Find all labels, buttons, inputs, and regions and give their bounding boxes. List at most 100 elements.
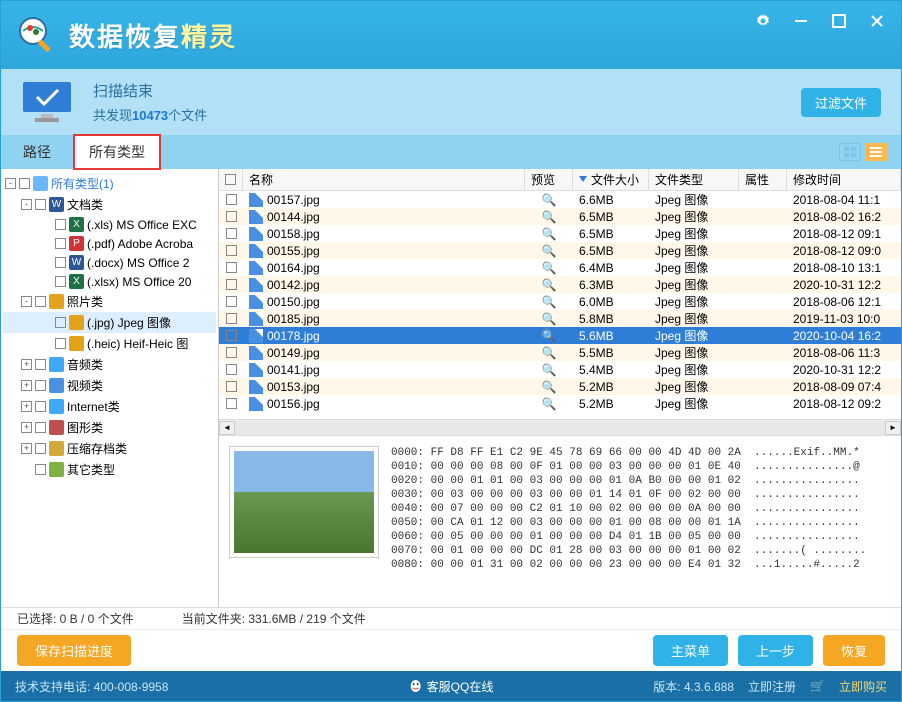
file-list[interactable]: 00157.jpg🔍6.6MBJpeg 图像2018-08-04 11:1001…: [219, 191, 901, 419]
tree-node-root[interactable]: -所有类型(1): [3, 173, 216, 194]
file-row[interactable]: 00149.jpg🔍5.5MBJpeg 图像2018-08-06 11:3: [219, 344, 901, 361]
tree-checkbox[interactable]: [35, 443, 46, 454]
expander-icon[interactable]: -: [21, 199, 32, 210]
tree-checkbox[interactable]: [35, 359, 46, 370]
magnifier-icon[interactable]: 🔍: [542, 380, 557, 394]
magnifier-icon[interactable]: 🔍: [542, 329, 557, 343]
column-name[interactable]: 名称: [243, 169, 525, 190]
tree-node-video[interactable]: +视频类: [3, 375, 216, 396]
file-checkbox[interactable]: [226, 398, 237, 409]
tree-node-xlsx[interactable]: X(.xlsx) MS Office 20: [3, 272, 216, 291]
tree-checkbox[interactable]: [55, 317, 66, 328]
tree-node-graphics[interactable]: +图形类: [3, 417, 216, 438]
file-checkbox[interactable]: [226, 330, 237, 341]
magnifier-icon[interactable]: 🔍: [542, 312, 557, 326]
save-progress-button[interactable]: 保存扫描进度: [17, 635, 131, 666]
tree-node-jpg[interactable]: (.jpg) Jpeg 图像: [3, 312, 216, 333]
recover-button[interactable]: 恢复: [823, 635, 885, 666]
file-checkbox[interactable]: [226, 347, 237, 358]
tree-checkbox[interactable]: [35, 422, 46, 433]
tree-node-pdf[interactable]: P(.pdf) Adobe Acroba: [3, 234, 216, 253]
magnifier-icon[interactable]: 🔍: [542, 261, 557, 275]
tree-checkbox[interactable]: [19, 178, 30, 189]
category-tree[interactable]: -所有类型(1)-W文档类X(.xls) MS Office EXCP(.pdf…: [1, 169, 219, 607]
magnifier-icon[interactable]: 🔍: [542, 227, 557, 241]
tree-checkbox[interactable]: [35, 296, 46, 307]
column-date[interactable]: 修改时间: [787, 169, 901, 190]
magnifier-icon[interactable]: 🔍: [542, 244, 557, 258]
file-row[interactable]: 00142.jpg🔍6.3MBJpeg 图像2020-10-31 12:2: [219, 276, 901, 293]
magnifier-icon[interactable]: 🔍: [542, 210, 557, 224]
settings-icon[interactable]: [753, 11, 773, 31]
file-row[interactable]: 00178.jpg🔍5.6MBJpeg 图像2020-10-04 16:2: [219, 327, 901, 344]
tree-node-archive[interactable]: +压缩存档类: [3, 438, 216, 459]
file-checkbox[interactable]: [226, 381, 237, 392]
magnifier-icon[interactable]: 🔍: [542, 397, 557, 411]
column-attr[interactable]: 属性: [739, 169, 787, 190]
tree-node-heic[interactable]: (.heic) Heif-Heic 图: [3, 333, 216, 354]
magnifier-icon[interactable]: 🔍: [542, 363, 557, 377]
magnifier-icon[interactable]: 🔍: [542, 295, 557, 309]
file-checkbox[interactable]: [226, 296, 237, 307]
minimize-icon[interactable]: [791, 11, 811, 31]
file-checkbox[interactable]: [226, 228, 237, 239]
expander-icon[interactable]: +: [21, 359, 32, 370]
qq-support-link[interactable]: 客服QQ在线: [409, 678, 494, 695]
register-link[interactable]: 立即注册: [748, 678, 796, 695]
maximize-icon[interactable]: [829, 11, 849, 31]
column-type[interactable]: 文件类型: [649, 169, 739, 190]
horizontal-scrollbar[interactable]: ◄►: [219, 419, 901, 435]
tree-checkbox[interactable]: [35, 401, 46, 412]
file-row[interactable]: 00185.jpg🔍5.8MBJpeg 图像2019-11-03 10:0: [219, 310, 901, 327]
file-row[interactable]: 00155.jpg🔍6.5MBJpeg 图像2018-08-12 09:0: [219, 242, 901, 259]
buy-link[interactable]: 立即购买: [839, 678, 887, 695]
file-row[interactable]: 00150.jpg🔍6.0MBJpeg 图像2018-08-06 12:1: [219, 293, 901, 310]
tree-checkbox[interactable]: [55, 257, 66, 268]
column-preview[interactable]: 预览: [525, 169, 573, 190]
list-view-icon[interactable]: [865, 143, 887, 161]
tree-node-docs[interactable]: -W文档类: [3, 194, 216, 215]
tree-checkbox[interactable]: [35, 199, 46, 210]
file-checkbox[interactable]: [226, 245, 237, 256]
tab-all-types[interactable]: 所有类型: [73, 134, 161, 170]
magnifier-icon[interactable]: 🔍: [542, 193, 557, 207]
tree-node-internet[interactable]: +Internet类: [3, 396, 216, 417]
column-size[interactable]: 文件大小: [573, 169, 649, 190]
tree-node-docx[interactable]: W(.docx) MS Office 2: [3, 253, 216, 272]
expander-icon[interactable]: -: [21, 296, 32, 307]
filter-files-button[interactable]: 过滤文件: [801, 88, 881, 117]
magnifier-icon[interactable]: 🔍: [542, 278, 557, 292]
tree-checkbox[interactable]: [55, 276, 66, 287]
expander-icon[interactable]: +: [21, 422, 32, 433]
expander-icon[interactable]: -: [5, 178, 16, 189]
file-checkbox[interactable]: [226, 194, 237, 205]
previous-button[interactable]: 上一步: [738, 635, 813, 666]
tab-path[interactable]: 路径: [15, 138, 59, 166]
file-checkbox[interactable]: [226, 279, 237, 290]
tree-node-other[interactable]: 其它类型: [3, 459, 216, 480]
tree-node-xls[interactable]: X(.xls) MS Office EXC: [3, 215, 216, 234]
magnifier-icon[interactable]: 🔍: [542, 346, 557, 360]
tree-checkbox[interactable]: [35, 380, 46, 391]
file-row[interactable]: 00144.jpg🔍6.5MBJpeg 图像2018-08-02 16:2: [219, 208, 901, 225]
expander-icon[interactable]: +: [21, 401, 32, 412]
file-row[interactable]: 00157.jpg🔍6.6MBJpeg 图像2018-08-04 11:1: [219, 191, 901, 208]
file-checkbox[interactable]: [226, 364, 237, 375]
file-row[interactable]: 00141.jpg🔍5.4MBJpeg 图像2020-10-31 12:2: [219, 361, 901, 378]
tree-checkbox[interactable]: [55, 219, 66, 230]
file-checkbox[interactable]: [226, 313, 237, 324]
tree-checkbox[interactable]: [55, 338, 66, 349]
expander-icon[interactable]: +: [21, 380, 32, 391]
tree-checkbox[interactable]: [55, 238, 66, 249]
close-icon[interactable]: [867, 11, 887, 31]
file-row[interactable]: 00156.jpg🔍5.2MBJpeg 图像2018-08-12 09:2: [219, 395, 901, 412]
select-all-checkbox[interactable]: [225, 174, 236, 185]
file-row[interactable]: 00164.jpg🔍6.4MBJpeg 图像2018-08-10 13:1: [219, 259, 901, 276]
file-row[interactable]: 00153.jpg🔍5.2MBJpeg 图像2018-08-09 07:4: [219, 378, 901, 395]
expander-icon[interactable]: +: [21, 443, 32, 454]
tree-checkbox[interactable]: [35, 464, 46, 475]
file-row[interactable]: 00158.jpg🔍6.5MBJpeg 图像2018-08-12 09:1: [219, 225, 901, 242]
tree-node-audio[interactable]: +音频类: [3, 354, 216, 375]
main-menu-button[interactable]: 主菜单: [653, 635, 728, 666]
grid-view-icon[interactable]: [839, 143, 861, 161]
